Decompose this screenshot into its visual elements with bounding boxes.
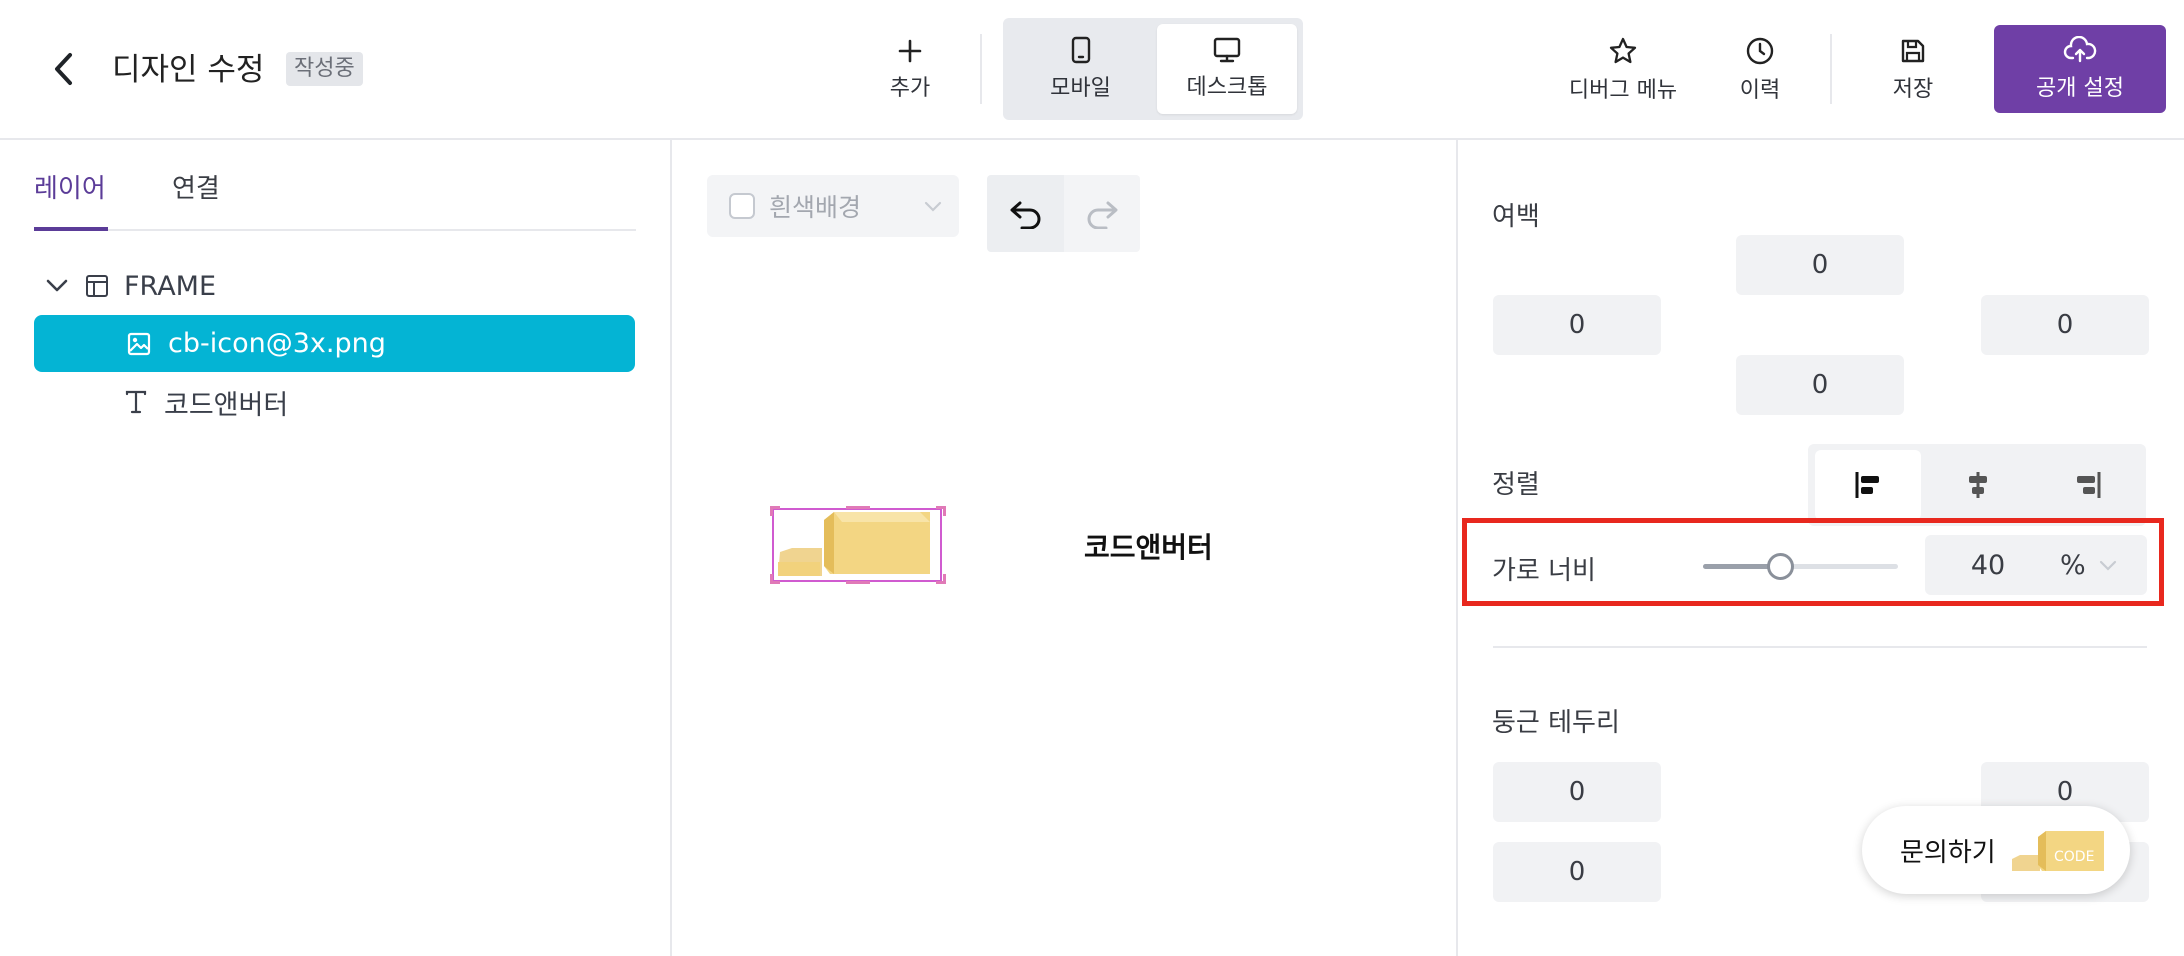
align-right-button[interactable] xyxy=(2035,450,2141,520)
cloud-upload-icon xyxy=(2063,36,2097,63)
tabs-divider xyxy=(34,229,636,231)
margin-bottom-input[interactable]: 0 xyxy=(1736,355,1904,415)
back-button[interactable] xyxy=(44,48,84,90)
smartphone-icon xyxy=(1071,36,1090,64)
redo-icon xyxy=(1087,201,1118,229)
star-icon xyxy=(1609,37,1637,64)
white-background-checkbox[interactable] xyxy=(729,193,755,219)
image-icon xyxy=(127,332,151,355)
layout-icon xyxy=(86,275,108,297)
chevron-left-icon xyxy=(55,53,72,85)
layers-panel xyxy=(0,140,672,956)
radius-bottom-left-input[interactable]: 0 xyxy=(1493,842,1661,902)
inquiry-label: 문의하기 xyxy=(1900,837,1996,868)
view-mobile-label: 모바일 xyxy=(1050,76,1111,101)
radius-top-left-input[interactable]: 0 xyxy=(1493,762,1661,822)
plus-icon xyxy=(898,39,922,63)
align-center-button[interactable] xyxy=(1925,450,2031,520)
add-label: 추가 xyxy=(889,76,931,101)
page-title: 디자인 수정 xyxy=(112,52,265,88)
debug-menu-button[interactable]: 디버그 메뉴 xyxy=(1558,22,1688,118)
save-button[interactable]: 저장 xyxy=(1878,22,1948,118)
section-divider xyxy=(1493,646,2147,648)
logo-code-text: CODE xyxy=(2054,849,2094,865)
publish-label: 공개 설정 xyxy=(2036,76,2124,101)
status-badge: 작성중 xyxy=(286,52,363,86)
undo-icon xyxy=(1010,201,1040,229)
redo-button[interactable] xyxy=(1064,175,1140,252)
background-label: 흰색배경 xyxy=(769,193,862,222)
layer-frame[interactable]: FRAME xyxy=(44,268,216,304)
margin-top-input[interactable]: 0 xyxy=(1736,235,1904,295)
add-button[interactable]: 추가 xyxy=(870,22,950,118)
save-label: 저장 xyxy=(1892,77,1934,102)
inquiry-button[interactable]: 문의하기 CODE xyxy=(1862,806,2130,894)
clock-icon xyxy=(1746,37,1774,65)
layer-text-label: 코드앤버터 xyxy=(164,389,289,421)
background-select[interactable]: 흰색배경 xyxy=(707,175,959,237)
margin-left-input[interactable]: 0 xyxy=(1493,295,1661,355)
chevron-down-icon[interactable] xyxy=(44,276,70,296)
layer-text[interactable]: 코드앤버터 xyxy=(124,384,289,421)
text-type-icon xyxy=(125,390,147,414)
layer-image-selected[interactable]: cb-icon@3x.png xyxy=(34,315,635,372)
chevron-down-icon xyxy=(924,201,942,212)
align-center-icon xyxy=(1969,472,1987,498)
highlight-annotation xyxy=(1462,518,2164,606)
history-label: 이력 xyxy=(1739,78,1781,103)
header-divider-2 xyxy=(1830,34,1832,104)
undo-button[interactable] xyxy=(987,175,1064,252)
align-left-button[interactable] xyxy=(1815,450,1921,520)
active-tab-indicator xyxy=(34,227,108,231)
tab-connections[interactable]: 연결 xyxy=(172,168,220,205)
align-label: 정렬 xyxy=(1492,470,1540,500)
debug-menu-label: 디버그 메뉴 xyxy=(1568,78,1678,103)
codeandbutter-logo-icon: CODE xyxy=(2011,831,2104,871)
monitor-icon xyxy=(1213,37,1241,63)
header-divider xyxy=(980,34,982,104)
canvas-text-element[interactable]: 코드앤버터 xyxy=(1084,526,1213,566)
tab-layers[interactable]: 레이어 xyxy=(34,168,106,205)
align-left-icon xyxy=(1855,472,1879,498)
margin-label: 여백 xyxy=(1492,202,1540,232)
radius-label: 둥근 테두리 xyxy=(1492,708,1620,738)
view-desktop-button[interactable]: 데스크톱 xyxy=(1157,24,1297,114)
align-right-icon xyxy=(2077,472,2101,498)
history-button[interactable]: 이력 xyxy=(1722,22,1798,118)
margin-right-input[interactable]: 0 xyxy=(1981,295,2149,355)
view-mobile-button[interactable]: 모바일 xyxy=(1008,24,1153,114)
layer-frame-label: FRAME xyxy=(124,270,217,302)
floppy-disk-icon xyxy=(1901,39,1925,63)
publish-button[interactable]: 공개 설정 xyxy=(1994,25,2166,113)
canvas-image-cb-icon[interactable] xyxy=(770,506,946,584)
layer-image-label: cb-icon@3x.png xyxy=(168,328,386,359)
view-desktop-label: 데스크톱 xyxy=(1186,75,1268,100)
